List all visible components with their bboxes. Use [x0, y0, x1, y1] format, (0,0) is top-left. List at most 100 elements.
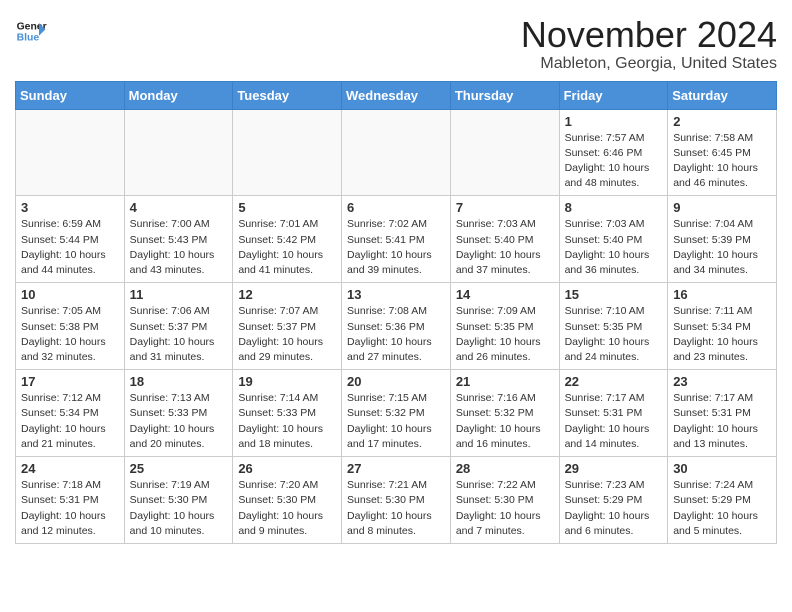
calendar-week-row: 17 Sunrise: 7:12 AM Sunset: 5:34 PM Dayli…: [16, 370, 777, 457]
header: General Blue November 2024 Mableton, Geo…: [15, 15, 777, 73]
day-number: 7: [456, 200, 554, 215]
weekday-header-cell: Wednesday: [342, 81, 451, 109]
calendar-day-cell: [16, 109, 125, 196]
calendar-day-cell: 8Sunrise: 7:03 AM Sunset: 5:40 PM Daylig…: [559, 196, 668, 283]
page-container: General Blue November 2024 Mableton, Geo…: [0, 0, 792, 554]
calendar-day-cell: 16Sunrise: 7:11 AM Sunset: 5:34 PM Dayli…: [668, 283, 777, 370]
day-info: Sunrise: 7:13 AM Sunset: 5:33 PM Dayligh…: [130, 391, 228, 452]
calendar-day-cell: 1 Sunrise: 7:57 AM Sunset: 6:46 PM Daylig…: [559, 109, 668, 196]
day-number: 29: [565, 461, 663, 476]
calendar-day-cell: 12 Sunrise: 7:07 AM Sunset: 5:37 PM Dayli…: [233, 283, 342, 370]
calendar-day-cell: 30 Sunrise: 7:24 AM Sunset: 5:29 PM Dayli…: [668, 457, 777, 544]
calendar-week-row: 1 Sunrise: 7:57 AM Sunset: 6:46 PM Daylig…: [16, 109, 777, 196]
calendar-day-cell: 2Sunrise: 7:58 AM Sunset: 6:45 PM Daylig…: [668, 109, 777, 196]
svg-text:Blue: Blue: [17, 33, 40, 44]
day-number: 19: [238, 374, 336, 389]
logo: General Blue: [15, 15, 47, 47]
calendar-day-cell: 11 Sunrise: 7:06 AM Sunset: 5:37 PM Dayli…: [124, 283, 233, 370]
day-info: Sunrise: 7:07 AM Sunset: 5:37 PM Dayligh…: [238, 304, 336, 365]
day-info: Sunrise: 7:10 AM Sunset: 5:35 PM Dayligh…: [565, 304, 663, 365]
day-info: Sunrise: 7:17 AM Sunset: 5:31 PM Dayligh…: [673, 391, 771, 452]
day-number: 16: [673, 287, 771, 302]
day-info: Sunrise: 7:09 AM Sunset: 5:35 PM Dayligh…: [456, 304, 554, 365]
day-info: Sunrise: 7:14 AM Sunset: 5:33 PM Dayligh…: [238, 391, 336, 452]
day-number: 14: [456, 287, 554, 302]
day-number: 1: [565, 114, 663, 129]
day-number: 2: [673, 114, 771, 129]
day-number: 8: [565, 200, 663, 215]
day-number: 11: [130, 287, 228, 302]
day-info: Sunrise: 6:59 AM Sunset: 5:44 PM Dayligh…: [21, 217, 119, 278]
calendar-day-cell: 23Sunrise: 7:17 AM Sunset: 5:31 PM Dayli…: [668, 370, 777, 457]
logo-icon: General Blue: [15, 15, 47, 47]
day-number: 15: [565, 287, 663, 302]
day-number: 17: [21, 374, 119, 389]
day-info: Sunrise: 7:06 AM Sunset: 5:37 PM Dayligh…: [130, 304, 228, 365]
calendar-week-row: 24Sunrise: 7:18 AM Sunset: 5:31 PM Dayli…: [16, 457, 777, 544]
calendar-day-cell: 26Sunrise: 7:20 AM Sunset: 5:30 PM Dayli…: [233, 457, 342, 544]
calendar-day-cell: 3Sunrise: 6:59 AM Sunset: 5:44 PM Daylig…: [16, 196, 125, 283]
day-number: 25: [130, 461, 228, 476]
calendar-day-cell: [450, 109, 559, 196]
day-number: 21: [456, 374, 554, 389]
day-number: 24: [21, 461, 119, 476]
calendar-day-cell: 18 Sunrise: 7:13 AM Sunset: 5:33 PM Dayli…: [124, 370, 233, 457]
calendar-day-cell: 13Sunrise: 7:08 AM Sunset: 5:36 PM Dayli…: [342, 283, 451, 370]
day-info: Sunrise: 7:22 AM Sunset: 5:30 PM Dayligh…: [456, 478, 554, 539]
day-number: 28: [456, 461, 554, 476]
weekday-header-cell: Sunday: [16, 81, 125, 109]
day-info: Sunrise: 7:21 AM Sunset: 5:30 PM Dayligh…: [347, 478, 445, 539]
day-info: Sunrise: 7:04 AM Sunset: 5:39 PM Dayligh…: [673, 217, 771, 278]
day-info: Sunrise: 7:16 AM Sunset: 5:32 PM Dayligh…: [456, 391, 554, 452]
weekday-header-row: SundayMondayTuesdayWednesdayThursdayFrid…: [16, 81, 777, 109]
title-block: November 2024 Mableton, Georgia, United …: [521, 15, 777, 73]
calendar-day-cell: 20 Sunrise: 7:15 AM Sunset: 5:32 PM Dayli…: [342, 370, 451, 457]
weekday-header-cell: Friday: [559, 81, 668, 109]
calendar-day-cell: 25 Sunrise: 7:19 AM Sunset: 5:30 PM Dayli…: [124, 457, 233, 544]
day-info: Sunrise: 7:05 AM Sunset: 5:38 PM Dayligh…: [21, 304, 119, 365]
calendar-day-cell: 17 Sunrise: 7:12 AM Sunset: 5:34 PM Dayli…: [16, 370, 125, 457]
calendar-day-cell: 27 Sunrise: 7:21 AM Sunset: 5:30 PM Dayli…: [342, 457, 451, 544]
weekday-header-cell: Saturday: [668, 81, 777, 109]
calendar-day-cell: 14 Sunrise: 7:09 AM Sunset: 5:35 PM Dayli…: [450, 283, 559, 370]
calendar-day-cell: [124, 109, 233, 196]
calendar-day-cell: 22Sunrise: 7:17 AM Sunset: 5:31 PM Dayli…: [559, 370, 668, 457]
day-info: Sunrise: 7:57 AM Sunset: 6:46 PM Dayligh…: [565, 131, 663, 192]
calendar-day-cell: 15 Sunrise: 7:10 AM Sunset: 5:35 PM Dayli…: [559, 283, 668, 370]
day-info: Sunrise: 7:19 AM Sunset: 5:30 PM Dayligh…: [130, 478, 228, 539]
day-info: Sunrise: 7:15 AM Sunset: 5:32 PM Dayligh…: [347, 391, 445, 452]
day-info: Sunrise: 7:12 AM Sunset: 5:34 PM Dayligh…: [21, 391, 119, 452]
calendar-day-cell: [342, 109, 451, 196]
day-info: Sunrise: 7:20 AM Sunset: 5:30 PM Dayligh…: [238, 478, 336, 539]
day-number: 30: [673, 461, 771, 476]
weekday-header-cell: Thursday: [450, 81, 559, 109]
day-number: 12: [238, 287, 336, 302]
day-number: 13: [347, 287, 445, 302]
day-number: 4: [130, 200, 228, 215]
calendar-day-cell: 5 Sunrise: 7:01 AM Sunset: 5:42 PM Daylig…: [233, 196, 342, 283]
calendar-day-cell: 29Sunrise: 7:23 AM Sunset: 5:29 PM Dayli…: [559, 457, 668, 544]
calendar-week-row: 10Sunrise: 7:05 AM Sunset: 5:38 PM Dayli…: [16, 283, 777, 370]
calendar-day-cell: 6Sunrise: 7:02 AM Sunset: 5:41 PM Daylig…: [342, 196, 451, 283]
calendar-day-cell: 9 Sunrise: 7:04 AM Sunset: 5:39 PM Daylig…: [668, 196, 777, 283]
day-number: 5: [238, 200, 336, 215]
day-info: Sunrise: 7:24 AM Sunset: 5:29 PM Dayligh…: [673, 478, 771, 539]
calendar-day-cell: 4 Sunrise: 7:00 AM Sunset: 5:43 PM Daylig…: [124, 196, 233, 283]
calendar-day-cell: 7Sunrise: 7:03 AM Sunset: 5:40 PM Daylig…: [450, 196, 559, 283]
calendar-day-cell: 19 Sunrise: 7:14 AM Sunset: 5:33 PM Dayli…: [233, 370, 342, 457]
calendar-day-cell: 21 Sunrise: 7:16 AM Sunset: 5:32 PM Dayli…: [450, 370, 559, 457]
calendar-table: SundayMondayTuesdayWednesdayThursdayFrid…: [15, 81, 777, 544]
calendar-day-cell: 24Sunrise: 7:18 AM Sunset: 5:31 PM Dayli…: [16, 457, 125, 544]
calendar-body: 1 Sunrise: 7:57 AM Sunset: 6:46 PM Daylig…: [16, 109, 777, 543]
calendar-day-cell: [233, 109, 342, 196]
weekday-header-cell: Monday: [124, 81, 233, 109]
day-number: 9: [673, 200, 771, 215]
day-number: 27: [347, 461, 445, 476]
day-number: 20: [347, 374, 445, 389]
day-number: 22: [565, 374, 663, 389]
day-number: 18: [130, 374, 228, 389]
day-info: Sunrise: 7:01 AM Sunset: 5:42 PM Dayligh…: [238, 217, 336, 278]
calendar-day-cell: 10Sunrise: 7:05 AM Sunset: 5:38 PM Dayli…: [16, 283, 125, 370]
day-info: Sunrise: 7:00 AM Sunset: 5:43 PM Dayligh…: [130, 217, 228, 278]
day-number: 6: [347, 200, 445, 215]
